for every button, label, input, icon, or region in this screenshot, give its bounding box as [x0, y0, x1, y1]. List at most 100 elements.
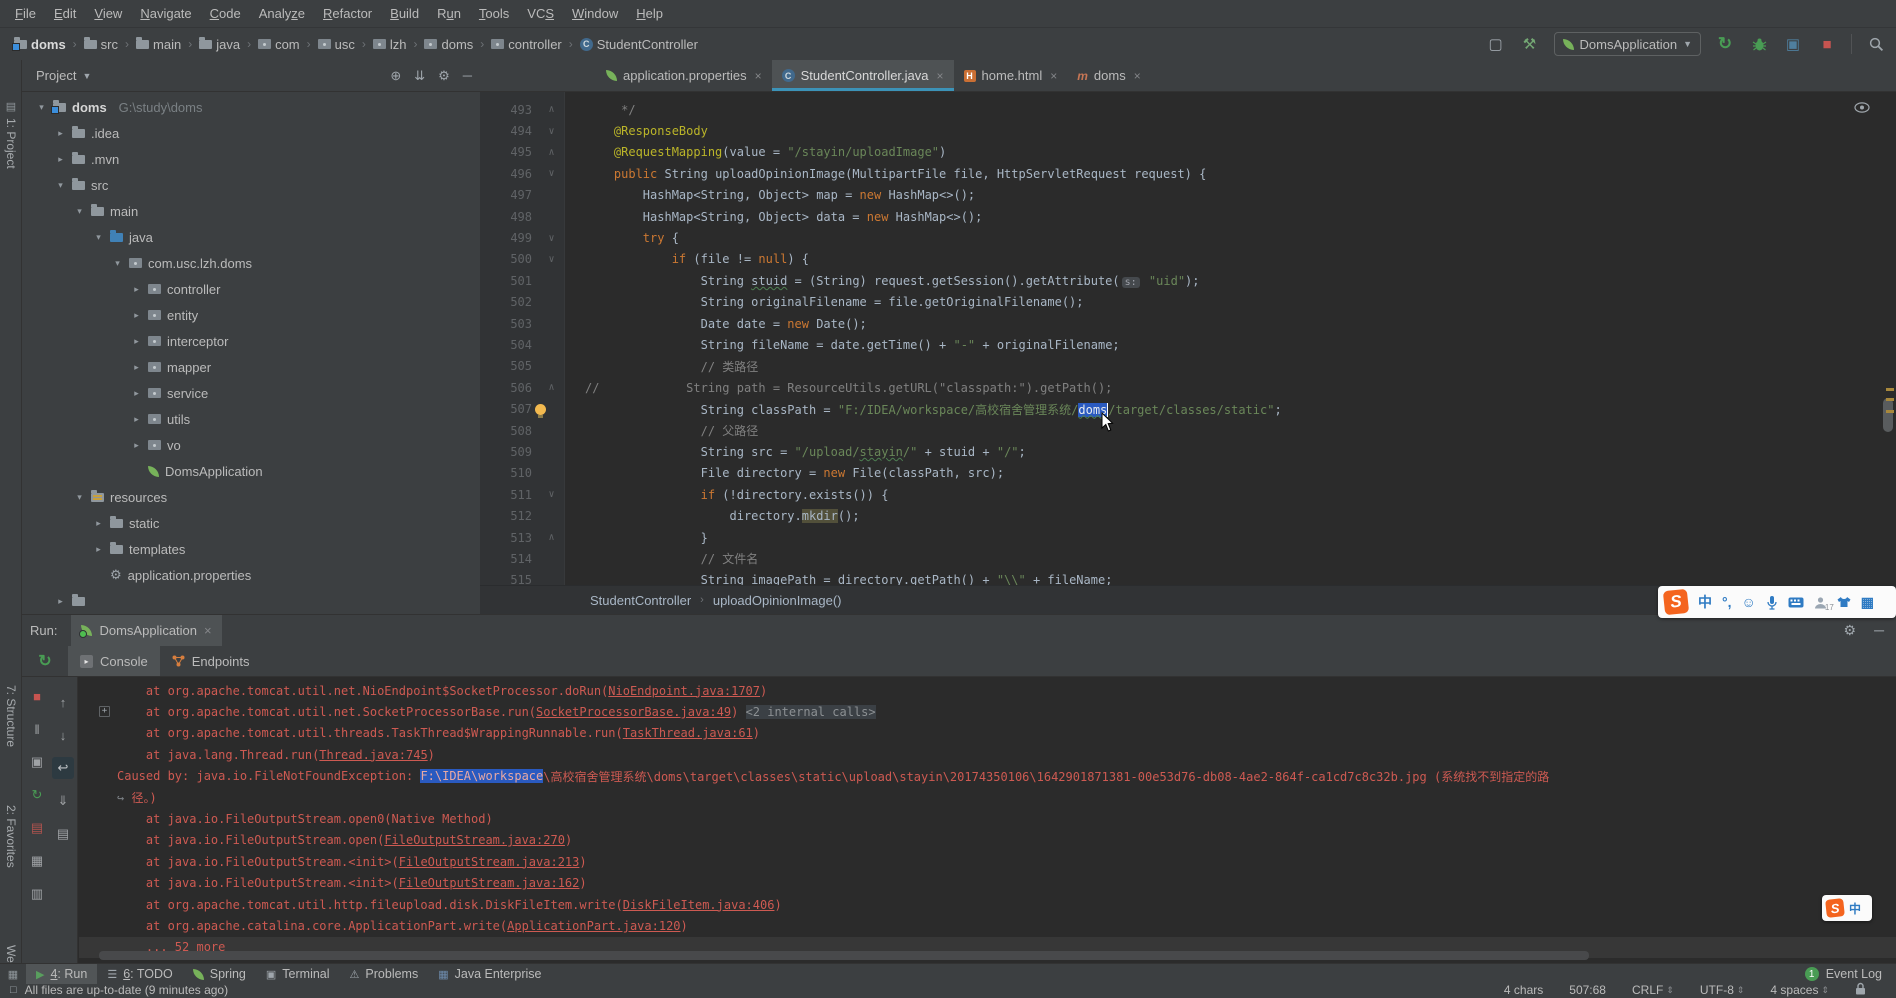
run-config-dropdown[interactable]: DomsApplication ▼ [1553, 32, 1701, 56]
status-item[interactable]: 507:68 [1569, 983, 1606, 997]
project-panel-header[interactable]: Project ▼ ⊕ ⇊ ⚙ ─ [22, 60, 480, 92]
build-hammer-icon[interactable]: ⚒ [1520, 34, 1540, 54]
tree-item[interactable]: ▸ service [22, 380, 480, 406]
code-line[interactable]: 502 String originalFilename = file.getOr… [480, 292, 1896, 313]
tab-endpoints[interactable]: Endpoints [160, 646, 262, 676]
console-line[interactable]: at java.io.FileOutputStream.<init>(FileO… [79, 873, 1896, 894]
breadcrumb-class[interactable]: StudentController [590, 593, 691, 608]
breadcrumb-item[interactable]: lzh [372, 37, 406, 52]
editor-tab[interactable]: application.properties × [596, 60, 772, 91]
hide-panel-icon[interactable]: ─ [1874, 622, 1884, 639]
stripe-favorites-button[interactable]: 2: Favorites [0, 805, 22, 868]
layout-icon[interactable]: ▦ [26, 850, 48, 872]
menu-run[interactable]: Run [428, 0, 470, 27]
tree-item[interactable]: ▸ interceptor [22, 328, 480, 354]
thread-dump-icon[interactable]: ▣ [26, 751, 48, 773]
stop-icon[interactable]: ■ [26, 685, 48, 707]
breadcrumb-item[interactable]: com [258, 37, 300, 52]
menu-file[interactable]: File [6, 0, 45, 27]
ime-mic-icon[interactable] [1766, 595, 1778, 610]
code-area[interactable]: 493 ∧ */ 494 ∨ @ResponseBody 495 ∧ @RequestMa… [480, 99, 1896, 585]
stripe-project-button[interactable]: ▤ 1: Project [0, 100, 22, 169]
breadcrumb-item[interactable]: controller [491, 37, 562, 52]
tree-item[interactable]: ▸ controller [22, 276, 480, 302]
ime-toolbar[interactable]: S 中 °, ☺ 17 ▦ [1658, 586, 1896, 618]
stacktrace-link[interactable]: NioEndpoint.java:1707 [608, 684, 760, 698]
menu-edit[interactable]: Edit [45, 0, 85, 27]
menu-build[interactable]: Build [381, 0, 428, 27]
stacktrace-link[interactable]: Thread.java:745 [319, 748, 427, 762]
stripe-structure-button[interactable]: 7: Structure [0, 685, 22, 747]
tab-console[interactable]: ▸ Console [68, 646, 160, 676]
menu-refactor[interactable]: Refactor [314, 0, 381, 27]
console-line[interactable]: + at org.apache.tomcat.util.net.SocketPr… [79, 701, 1896, 722]
stop-button[interactable]: ■ [1817, 34, 1837, 54]
menu-window[interactable]: Window [563, 0, 627, 27]
editor-tab[interactable]: m doms × [1067, 60, 1150, 91]
menu-tools[interactable]: Tools [470, 0, 518, 27]
ime-mini-toolbar[interactable]: S中 [1822, 895, 1872, 921]
code-line[interactable]: 505 // 类路径 [480, 356, 1896, 377]
print-icon[interactable]: ▤ [52, 823, 74, 845]
console-line[interactable]: at java.io.FileOutputStream.open(FileOut… [79, 830, 1896, 851]
code-line[interactable]: 515 String imagePath = directory.getPath… [480, 570, 1896, 585]
code-line[interactable]: 511 ∨ if (!directory.exists()) { [480, 484, 1896, 505]
intention-bulb-icon[interactable] [535, 403, 546, 418]
tree-item[interactable]: ▸ mapper [22, 354, 480, 380]
tree-item[interactable]: ▾ java [22, 224, 480, 250]
coverage-button[interactable]: ▣ [1783, 34, 1803, 54]
tool-windows-icon[interactable]: ▢ [1486, 34, 1506, 54]
code-line[interactable]: 498 HashMap<String, Object> data = new H… [480, 206, 1896, 227]
ime-person-icon[interactable]: 17 [1814, 596, 1834, 612]
console-line[interactable]: at org.apache.catalina.core.ApplicationP… [79, 915, 1896, 936]
status-item[interactable]: UTF-8 ⇕ [1700, 983, 1745, 997]
console-line[interactable]: at org.apache.tomcat.util.net.NioEndpoin… [79, 680, 1896, 701]
code-line[interactable]: 494 ∨ @ResponseBody [480, 120, 1896, 141]
tree-item[interactable]: ▸ static [22, 510, 480, 536]
status-item[interactable]: 4 chars [1504, 983, 1543, 997]
code-line[interactable]: 496 ∨ public String uploadOpinionImage(Mu… [480, 163, 1896, 184]
code-line[interactable]: 512 directory.mkdir(); [480, 505, 1896, 526]
code-editor[interactable]: 493 ∧ */ 494 ∨ @ResponseBody 495 ∧ @RequestMa… [480, 92, 1896, 585]
code-line[interactable]: 507 String classPath = "F:/IDEA/workspac… [480, 398, 1896, 432]
code-line[interactable]: 501 String stuid = (String) request.getS… [480, 270, 1896, 291]
menu-code[interactable]: Code [201, 0, 250, 27]
code-line[interactable]: 513 ∧ } [480, 527, 1896, 548]
tree-item[interactable]: ▾ com.usc.lzh.doms [22, 250, 480, 276]
breadcrumb-method[interactable]: uploadOpinionImage() [713, 593, 842, 608]
menu-help[interactable]: Help [627, 0, 672, 27]
warning-stripe-mark[interactable] [1886, 410, 1894, 413]
tree-item[interactable]: ▾ src [22, 172, 480, 198]
tree-item[interactable]: ▸ vo [22, 432, 480, 458]
toolwindow-button-spring[interactable]: Spring [183, 964, 256, 985]
tree-item[interactable]: ▸ templates [22, 536, 480, 562]
toolwindow-button-terminal[interactable]: ▣ Terminal [256, 964, 340, 985]
toolwindow-switcher-icon[interactable]: ▦ [0, 968, 26, 981]
breadcrumb-item[interactable]: java [199, 36, 240, 52]
code-line[interactable]: 510 File directory = new File(classPath,… [480, 463, 1896, 484]
warning-stripe-mark[interactable] [1886, 398, 1894, 401]
hide-panel-icon[interactable]: ─ [463, 68, 472, 84]
breadcrumb-item[interactable]: C StudentController [579, 37, 698, 52]
ime-item-icon[interactable]: ☺ [1742, 594, 1756, 610]
console-hscrollbar[interactable] [99, 951, 1589, 960]
close-icon[interactable]: × [204, 623, 212, 638]
menu-navigate[interactable]: Navigate [131, 0, 200, 27]
gear-icon[interactable]: ⚙ [1844, 622, 1857, 639]
breadcrumb-item[interactable]: usc [317, 37, 355, 52]
console-line[interactable]: at org.apache.tomcat.util.threads.TaskTh… [79, 723, 1896, 744]
console-line[interactable]: Caused by: java.io.FileNotFoundException… [79, 766, 1896, 787]
tree-item[interactable]: ▸ .idea [22, 120, 480, 146]
code-line[interactable]: 509 String src = "/upload/stayin/" + stu… [480, 441, 1896, 462]
status-item[interactable]: 4 spaces ⇕ [1770, 983, 1829, 997]
scroll-end-icon[interactable]: ⇓ [52, 790, 74, 812]
menu-view[interactable]: View [85, 0, 131, 27]
tree-item[interactable]: DomsApplication [22, 458, 480, 484]
console-line[interactable]: at java.io.FileOutputStream.open0(Native… [79, 808, 1896, 829]
console-line[interactable]: ↪ 径。) [79, 787, 1896, 808]
ime-keyboard-icon[interactable] [1788, 597, 1804, 608]
code-line[interactable]: 508 // 父路径 [480, 420, 1896, 441]
stacktrace-link[interactable]: FileOutputStream.java:162 [399, 876, 580, 890]
tree-item[interactable]: ▸ [22, 588, 480, 612]
code-line[interactable]: 500 ∨ if (file != null) { [480, 249, 1896, 270]
